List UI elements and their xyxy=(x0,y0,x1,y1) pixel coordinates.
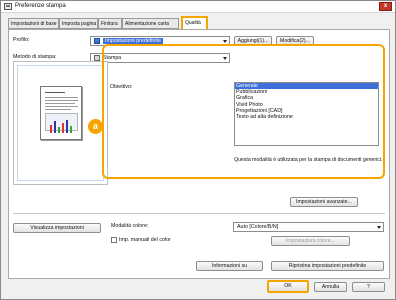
profile-label: Profilo: xyxy=(13,37,30,43)
color-mode-value: Auto [Colore/B/N] xyxy=(237,224,279,230)
divider xyxy=(13,213,385,214)
info-button[interactable]: Informazioni su xyxy=(196,261,263,271)
ok-button[interactable]: OK xyxy=(267,280,309,293)
preferences-window: Preferenze stampa x Impostazioni di base… xyxy=(0,0,396,300)
tab-imposta-pagina[interactable]: Imposta pagina xyxy=(59,18,98,29)
chevron-down-icon xyxy=(377,226,381,229)
printer-icon xyxy=(94,54,100,61)
objective-option-testo[interactable]: Testo ad alta definizione xyxy=(235,114,378,120)
manual-color-checkbox[interactable] xyxy=(111,237,117,243)
window-title: Preferenze stampa xyxy=(15,3,66,9)
manual-color-label: Imp. manuali del color xyxy=(119,237,171,243)
restore-defaults-button[interactable]: Ripristina impostazioni predefinite xyxy=(271,261,384,271)
color-settings-button[interactable]: Impostazioni colore... xyxy=(271,236,350,246)
print-method-label: Metodo di stampa: xyxy=(13,54,57,60)
tab-impostazioni-di-base[interactable]: Impostazioni di base xyxy=(8,18,59,29)
document-thumbnail-icon xyxy=(40,86,82,140)
close-button[interactable]: x xyxy=(379,2,392,11)
printer-app-icon xyxy=(4,3,12,10)
help-button[interactable]: ? xyxy=(352,282,385,292)
tab-qualita[interactable]: Qualità xyxy=(181,16,208,29)
callout-marker: a xyxy=(88,119,103,134)
objective-label: Obiettivo: xyxy=(110,84,133,90)
profile-icon xyxy=(94,37,100,44)
color-mode-select[interactable]: Auto [Colore/B/N] xyxy=(233,222,384,232)
tab-alimentazione-carta[interactable]: Alimentazione carta xyxy=(122,18,179,29)
view-settings-button[interactable]: Visualizza impostazioni xyxy=(13,223,101,233)
objective-description: Questa modalità è utilizzata per la stam… xyxy=(234,157,383,163)
color-mode-label: Modalità colore: xyxy=(111,223,149,229)
objective-listbox[interactable]: Generale Pubblicazioni Grafica Vivid Pho… xyxy=(234,82,379,146)
cancel-button[interactable]: Annulla xyxy=(314,282,347,292)
title-bar: Preferenze stampa x xyxy=(1,1,395,13)
advanced-settings-button[interactable]: Impostazioni avanzate... xyxy=(290,197,358,207)
chevron-down-icon xyxy=(223,40,227,43)
tab-finitura[interactable]: Finitura xyxy=(98,18,122,29)
